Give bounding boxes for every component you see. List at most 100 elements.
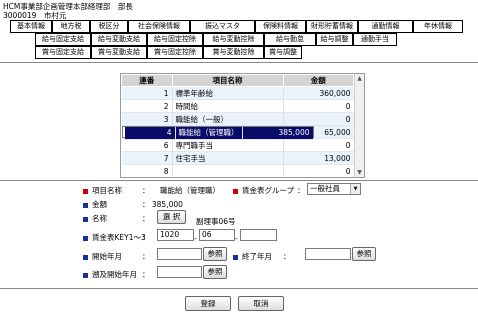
tab-2-4[interactable]: 給与変動控除 (203, 33, 264, 46)
cell-no: 3 (121, 112, 173, 126)
tab-1-3[interactable]: 税区分 (90, 20, 128, 33)
tab-bar: 基本情報 地方税 税区分 社会保険情報 振込マスタ 保険料情報 財形貯蓄情報 通勤情報 年休情報… (10, 20, 474, 59)
cell-no: 7 (121, 151, 173, 165)
tab-1-6[interactable]: 保険料情報 (255, 20, 306, 33)
tab-3-4[interactable]: 賞与変動控除 (203, 46, 264, 59)
group-label: 賃金表グループ (233, 185, 294, 196)
tab-2-1[interactable]: 給与固定支給 (35, 33, 91, 46)
optional-bullet-icon (83, 272, 88, 278)
list-scrollbar[interactable]: ▲ ▼ (354, 74, 364, 177)
tab-1-5[interactable]: 振込マスタ (190, 20, 255, 33)
chevron-down-icon: ▼ (350, 184, 360, 194)
tab-2-5[interactable]: 給与勤怠 (264, 33, 316, 46)
table-row[interactable]: 7 住宅手当 13,000 (121, 151, 354, 165)
cell-no: 2 (121, 99, 173, 113)
user-line: 3000019 市村元 (3, 11, 67, 20)
retro-colon: ： (142, 270, 150, 279)
table-row[interactable]: 80 (121, 164, 354, 177)
end-input[interactable] (305, 248, 351, 260)
tab-row-2: 給与固定支給 給与変動支給 給与固定控除 給与変動控除 給与勤怠 給与調整 通勤手当 (10, 33, 474, 46)
optional-bullet-icon (83, 216, 88, 222)
table-row[interactable]: 4 職能給（管理職） 385,000 (121, 126, 314, 140)
required-bullet-icon (83, 188, 88, 194)
cell-value: 360,000 (282, 86, 354, 100)
cell-value: 0 (282, 164, 354, 177)
col-header-amount: 金額 (282, 74, 354, 87)
required-bullet-icon (233, 188, 238, 194)
retro-ref-button[interactable]: 参照 (203, 265, 227, 279)
tab-3-5[interactable]: 賞与調整 (264, 46, 302, 59)
amount-value: ： 385,000 (142, 200, 183, 209)
group-select[interactable]: 一般社員 ▼ (307, 183, 361, 195)
col-header-name: 項目名称 (171, 74, 284, 87)
cell-name: 住宅手当 (172, 151, 283, 165)
header: HCM事業部企画管理本部経理部 部長 3000019 市村元 (3, 2, 133, 20)
cell-value: 0 (282, 112, 354, 126)
tab-1-8[interactable]: 通勤情報 (358, 20, 413, 33)
cell-no: 1 (121, 86, 173, 100)
tab-3-3[interactable]: 賞与固定控除 (147, 46, 203, 59)
table-row[interactable]: 2 時間給 0 (121, 99, 354, 113)
key2-input[interactable]: 06 (199, 229, 235, 241)
retro-input[interactable] (157, 266, 202, 278)
register-button[interactable]: 登録 (185, 296, 231, 311)
cancel-button[interactable]: 取消 (238, 296, 284, 311)
scroll-down-icon[interactable]: ▼ (355, 168, 364, 177)
tab-row-3: 賞与固定支給 賞与変動支給 賞与固定控除 賞与変動控除 賞与調整 (10, 46, 474, 59)
scroll-up-icon[interactable]: ▲ (355, 74, 364, 83)
select-button[interactable]: 選 択 (157, 210, 186, 224)
cell-value: 0 (282, 138, 354, 152)
tab-2-6[interactable]: 給与調整 (316, 33, 353, 46)
item-name-colon: ： (142, 186, 150, 195)
optional-bullet-icon (83, 235, 88, 241)
tab-2-7[interactable]: 通勤手当 (353, 33, 397, 46)
start-colon: ： (142, 252, 150, 261)
divider-bottom (0, 288, 478, 289)
item-name-label: 項目名称 (83, 185, 122, 196)
divider-mid (0, 180, 478, 181)
tab-1-4[interactable]: 社会保険情報 (128, 20, 190, 33)
start-ref-button[interactable]: 参照 (203, 247, 227, 261)
tab-2-3[interactable]: 給与固定控除 (147, 33, 203, 46)
group-colon: ： (297, 186, 305, 195)
org-line: HCM事業部企画管理本部経理部 部長 (3, 2, 133, 11)
key1-input[interactable]: 1020 (157, 229, 194, 241)
name-colon: ： (142, 214, 150, 223)
tab-1-7[interactable]: 財形貯蓄情報 (306, 20, 358, 33)
table-row[interactable]: 1 標準年齢給 360,000 (121, 86, 354, 100)
tab-1-9[interactable]: 年休情報 (413, 20, 463, 33)
cell-value: 13,000 (282, 151, 354, 165)
retro-label: 遡及開始年月 (83, 269, 137, 280)
table-row[interactable]: 6 専門職手当 0 (121, 138, 354, 152)
tab-1-1[interactable]: 基本情報 (10, 20, 52, 33)
divider-top (0, 62, 478, 63)
cell-no: 4 (124, 127, 176, 140)
tab-3-1[interactable]: 賞与固定支給 (35, 46, 91, 59)
cell-name: 職能給（管理職） (175, 127, 242, 140)
cell-name: 標準年齢給 (172, 86, 283, 100)
end-label: 終了年月 (233, 251, 272, 262)
key-separator: - (194, 234, 197, 243)
cell-value: 0 (282, 99, 354, 113)
cell-name: 職能給（一般） (172, 112, 283, 126)
start-input[interactable] (157, 248, 202, 260)
optional-bullet-icon (83, 254, 88, 260)
start-label: 開始年月 (83, 251, 122, 262)
cell-name (172, 164, 283, 177)
tab-3-2[interactable]: 賞与変動支給 (91, 46, 147, 59)
item-table: 連番 項目名称 金額 1 標準年齢給 360,000 2 時間給 0 3 職能給（一般） 0 4 職… (121, 74, 354, 177)
tab-2-2[interactable]: 給与変動支給 (91, 33, 147, 46)
key3-input[interactable] (240, 229, 277, 241)
tab-1-2[interactable]: 地方税 (52, 20, 90, 33)
table-row[interactable]: 3 職能給（一般） 0 (121, 112, 354, 126)
tab-row-1: 基本情報 地方税 税区分 社会保険情報 振込マスタ 保険料情報 財形貯蓄情報 通勤情報 年休情報 (10, 20, 474, 33)
col-header-no: 連番 (121, 74, 173, 87)
item-list[interactable]: 連番 項目名称 金額 1 標準年齢給 360,000 2 時間給 0 3 職能給（一般） 0 4 職… (120, 73, 365, 178)
cell-name: 時間給 (172, 99, 283, 113)
key-colon: ： (142, 233, 150, 242)
end-colon: ： (283, 252, 291, 261)
end-ref-button[interactable]: 参照 (352, 247, 376, 261)
cell-no: 8 (121, 164, 173, 177)
optional-bullet-icon (83, 202, 88, 208)
name-note: 副理事06号 (196, 217, 236, 226)
